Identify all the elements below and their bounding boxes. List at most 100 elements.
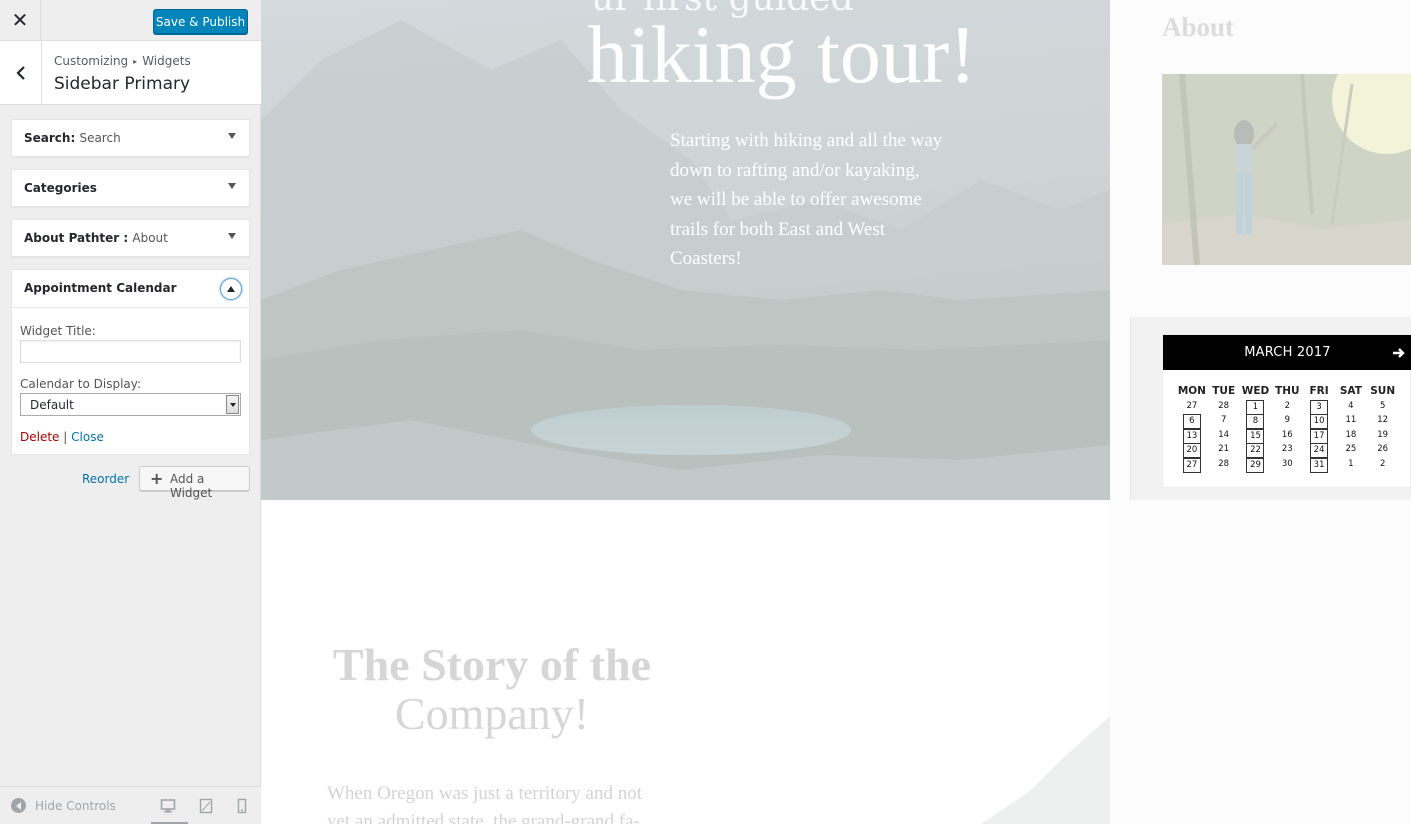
close-link[interactable]: Close (71, 430, 104, 444)
expand-arrow-icon[interactable] (228, 183, 236, 189)
calendar-day-number: 13 (1182, 428, 1201, 444)
calendar-day: 16 (1271, 429, 1303, 444)
calendar-day-available[interactable]: 17 (1303, 428, 1335, 444)
calendar-day-available[interactable]: 24 (1303, 443, 1335, 459)
calendar-day-number: 7 (1220, 415, 1227, 426)
calendar-day-number: 25 (1345, 444, 1357, 455)
widget-actions: Delete | Close (20, 430, 104, 444)
calendar-week-row: 6 7 8 9 10 11 12 (1176, 414, 1408, 430)
story-title-line2: Company! (394, 688, 590, 739)
collapse-arrow-icon[interactable] (220, 278, 242, 300)
calendar-day-available[interactable]: 6 (1176, 414, 1208, 430)
widget-title: Appointment Calendar (24, 281, 177, 295)
calendar-select[interactable]: Default (20, 393, 241, 416)
widget-title: Categories (24, 181, 97, 195)
calendar-day-number: 5 (1379, 400, 1386, 411)
calendar-day-number: 1 (1348, 458, 1354, 469)
calendar-day: 27 (1176, 400, 1208, 415)
calendar-day-number: 1 (1246, 399, 1265, 415)
add-widget-label: Add a Widget (170, 472, 213, 500)
calendar-day: 28 (1208, 400, 1240, 415)
hide-controls-label: Hide Controls (35, 798, 116, 813)
calendar-day-number: 9 (1284, 415, 1290, 426)
calendar-day-number: 26 (1377, 444, 1389, 455)
calendar-day-number: 28 (1218, 400, 1230, 411)
calendar-day-available[interactable]: 29 (1240, 457, 1272, 473)
calendar-day-available[interactable]: 3 (1303, 399, 1335, 415)
reorder-link[interactable]: Reorder (82, 472, 129, 486)
calendar-day-available[interactable]: 22 (1240, 443, 1272, 459)
calendar-weeks: 27 28 1 2 3 4 5 6 7 8 9 10 11 12 13 14 15 16 17 18 19 20 21 22 2… (1176, 399, 1408, 473)
widget-title: About Pathter : About (24, 231, 168, 245)
hide-controls-button[interactable]: Hide Controls (11, 798, 116, 813)
expand-arrow-icon[interactable] (228, 233, 236, 239)
back-button[interactable] (0, 41, 42, 104)
widget-title-input[interactable] (20, 340, 241, 363)
calendar-day-number: 23 (1281, 444, 1293, 455)
calendar-day-number: 15 (1246, 428, 1265, 444)
calendar-day: 2 (1271, 400, 1303, 415)
calendar-day-number: 3 (1310, 399, 1329, 415)
calendar-day-number: 17 (1310, 428, 1329, 444)
delete-link[interactable]: Delete (20, 430, 59, 444)
calendar-day-number: 8 (1246, 414, 1265, 430)
widget-header[interactable]: Appointment Calendar (12, 270, 249, 308)
calendar-day-number: 29 (1246, 457, 1265, 473)
widget-subtitle: About (132, 231, 168, 245)
calendar-day-number: 2 (1379, 458, 1386, 469)
calendar-day-available[interactable]: 13 (1176, 428, 1208, 444)
save-publish-button[interactable]: Save & Publish (153, 9, 248, 34)
plus-icon: + (150, 469, 164, 488)
hero-section: ur first guided hiking tour! Starting wi… (261, 0, 1110, 500)
calendar-month: MARCH 2017 (1244, 345, 1331, 360)
about-image (1162, 74, 1411, 265)
calendar-day: 18 (1335, 429, 1367, 444)
close-icon[interactable]: ✕ (0, 0, 41, 41)
calendar-day: 2 (1367, 458, 1399, 473)
widget-subtitle: Search (79, 131, 121, 145)
calendar-day-number: 21 (1218, 444, 1230, 455)
mobile-icon[interactable] (234, 798, 250, 814)
calendar-day-available[interactable]: 1 (1240, 399, 1272, 415)
section-title: Sidebar Primary (54, 74, 191, 94)
widget-title-label: Categories (24, 181, 97, 195)
widget-about[interactable]: About Pathter : About (11, 219, 250, 257)
calendar-day: 11 (1335, 414, 1367, 429)
widget-categories[interactable]: Categories (11, 169, 250, 207)
calendar-day: 1 (1335, 458, 1367, 473)
calendar-day-number: 30 (1281, 458, 1293, 469)
section-header: Customizing ▸ Widgets Sidebar Primary (0, 41, 261, 105)
hiker-photo (1162, 74, 1411, 265)
calendar-day-number: 27 (1182, 457, 1201, 473)
calendar-day-available[interactable]: 15 (1240, 428, 1272, 444)
dropdown-arrow-icon[interactable] (226, 395, 239, 414)
add-widget-button[interactable]: + Add a Widget (139, 466, 250, 500)
desktop-icon[interactable] (160, 798, 176, 814)
tablet-icon[interactable] (198, 798, 214, 814)
calendar-day-available[interactable]: 27 (1176, 457, 1208, 473)
calendar-grid: MON TUE WED THU FRI SAT SUN 27 28 1 2 3 4 5 6 7 8… (1176, 385, 1408, 473)
calendar-day: 14 (1208, 429, 1240, 444)
calendar-day-number: 6 (1182, 414, 1201, 430)
calendar-day-available[interactable]: 31 (1303, 457, 1335, 473)
expand-arrow-icon[interactable] (228, 133, 236, 139)
customizer-sidebar: ✕ Save & Publish Customizing ▸ Widgets Sid… (0, 0, 261, 824)
site-preview: ur first guided hiking tour! Starting wi… (261, 0, 1411, 824)
breadcrumb: Customizing ▸ Widgets (54, 54, 191, 68)
calendar-day: 19 (1367, 429, 1399, 444)
calendar-day: 7 (1208, 414, 1240, 429)
calendar-day-available[interactable]: 20 (1176, 443, 1208, 459)
calendar-weekdays: MON TUE WED THU FRI SAT SUN (1176, 385, 1408, 400)
widget-search[interactable]: Search: Search (11, 119, 250, 157)
calendar-day-number: 31 (1310, 457, 1329, 473)
calendar-day-available[interactable]: 8 (1240, 414, 1272, 430)
calendar-next-arrow-icon[interactable] (1392, 335, 1406, 370)
calendar-day: 5 (1367, 400, 1399, 415)
calendar-day-available[interactable]: 10 (1303, 414, 1335, 430)
calendar-day: 23 (1271, 443, 1303, 458)
customizer-footer: Hide Controls (0, 786, 261, 824)
calendar-day: 4 (1335, 400, 1367, 415)
calendar-day-number: 18 (1345, 429, 1357, 440)
calendar-day: 28 (1208, 458, 1240, 473)
site-sidebar: About MARCH 2017 MON TUE WED THU FRI SAT… (1110, 0, 1411, 824)
